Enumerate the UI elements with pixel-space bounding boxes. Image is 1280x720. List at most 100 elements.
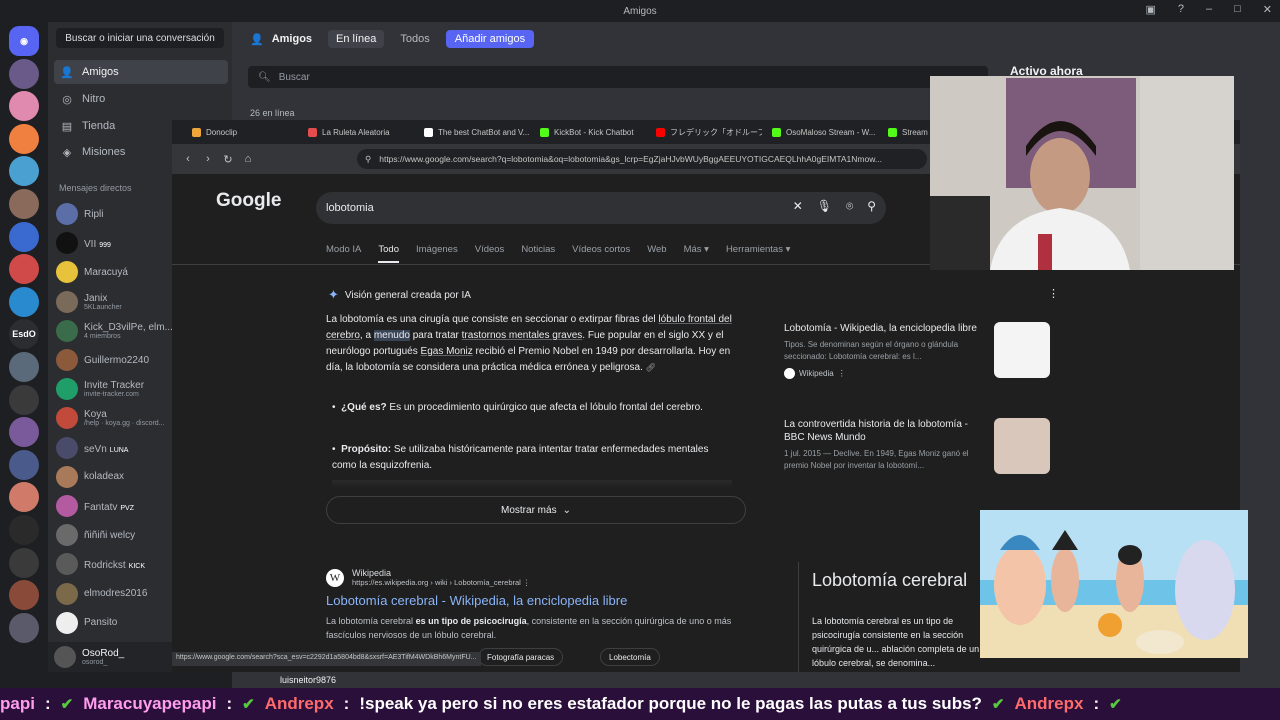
chat-emote-icon: ✔: [242, 696, 255, 713]
dm-text: Pansito: [84, 617, 117, 628]
site-info-icon[interactable]: ⚲: [365, 154, 371, 165]
source-card[interactable]: Lobotomía - Wikipedia, la enciclopedia l…: [784, 322, 1052, 392]
google-doodle-logo[interactable]: Google: [216, 190, 281, 212]
add-friend-button[interactable]: Añadir amigos: [445, 30, 535, 48]
result-site[interactable]: W Wikipedia https://es.wikipedia.org › w…: [326, 568, 766, 587]
friends-search-input[interactable]: 🔍︎ Buscar: [248, 66, 988, 88]
avatar[interactable]: [54, 646, 76, 668]
dm-name: Invite Tracker: [84, 380, 145, 392]
server-icon[interactable]: [9, 123, 39, 154]
help-icon[interactable]: ?: [1178, 3, 1184, 16]
browser-tab[interactable]: The best ChatBot and V...: [414, 122, 530, 142]
browser-tab[interactable]: フレデリック「オドループ」: [646, 122, 762, 142]
server-icon[interactable]: [9, 580, 39, 611]
ai-overview-title: Visión general creada por IA: [344, 289, 471, 301]
server-icon[interactable]: [9, 91, 39, 122]
link-icon[interactable]: 🔗︎: [646, 363, 656, 372]
search-icon[interactable]: ⚲: [867, 199, 876, 214]
server-icon[interactable]: [9, 221, 39, 252]
clear-icon[interactable]: ✕: [793, 199, 803, 214]
search-tab[interactable]: Herramientas ▾: [726, 244, 790, 263]
favicon-icon: [888, 127, 897, 137]
result-title-link[interactable]: Lobotomía cerebral - Wikipedia, la encic…: [326, 593, 766, 608]
nav-label: Amigos: [82, 66, 119, 78]
minimize-icon[interactable]: –: [1206, 3, 1212, 16]
nav-nitro[interactable]: ◎ Nitro: [54, 87, 228, 111]
google-search-input[interactable]: lobotomia ✕ 🎙 ⌾ ⚲: [316, 192, 886, 224]
avatar: [56, 378, 78, 401]
search-tab[interactable]: Imágenes: [416, 244, 458, 263]
more-options-icon[interactable]: ⋮: [523, 578, 531, 587]
browser-tab[interactable]: KickBot - Kick Chatbot: [530, 122, 646, 142]
stream-chat-ticker: papi: ✔ Maracuyapepapi: ✔ Andrepx: !speak ya …: [0, 688, 1280, 720]
ai-text-part: La lobotomía es una cirugía que consiste…: [326, 314, 659, 325]
server-icon[interactable]: [9, 58, 39, 89]
server-icon[interactable]: [9, 286, 39, 317]
home-icon[interactable]: ⌂: [238, 153, 258, 165]
server-icon[interactable]: [9, 254, 39, 285]
server-icon[interactable]: [9, 547, 39, 578]
browser-tab[interactable]: La Ruleta Aleatoria: [298, 122, 414, 142]
tab-all[interactable]: Todos: [392, 30, 437, 48]
server-icon-esdo[interactable]: EsdO: [9, 319, 39, 350]
back-icon[interactable]: ‹: [178, 153, 198, 165]
lens-icon[interactable]: ⌾: [846, 199, 853, 214]
search-tab[interactable]: Todo: [378, 244, 399, 263]
tab-online[interactable]: En línea: [328, 30, 385, 48]
friends-header-icon: 👤: [250, 33, 264, 46]
online-count: 26 en línea: [250, 108, 295, 118]
server-icon[interactable]: [9, 351, 39, 382]
server-icon[interactable]: [9, 417, 39, 448]
webcam-overlay: [930, 76, 1234, 270]
nitro-icon: ◎: [62, 93, 72, 106]
source-desc: Tipos. Se denominan según el órgano o gl…: [784, 340, 959, 361]
server-icon[interactable]: [9, 612, 39, 643]
maximize-icon[interactable]: □: [1234, 3, 1241, 16]
nav-friends[interactable]: 👤 Amigos: [54, 60, 228, 84]
avatar: [56, 319, 78, 342]
search-tab[interactable]: Vídeos cortos: [572, 244, 630, 263]
inbox-icon[interactable]: ▣: [1145, 3, 1155, 16]
browser-tab[interactable]: Donoclip: [182, 122, 298, 142]
related-chip[interactable]: Fotografía paracas: [478, 648, 564, 666]
more-options-icon[interactable]: ⋮: [838, 369, 846, 378]
server-icon[interactable]: [9, 514, 39, 545]
show-more-button[interactable]: Mostrar más ⌄: [326, 496, 746, 524]
search-tab[interactable]: Noticias: [521, 244, 555, 263]
window-title: Amigos: [623, 5, 657, 17]
server-icon[interactable]: [9, 188, 39, 219]
ai-text-highlight: menudo: [373, 330, 410, 341]
voice-search-icon[interactable]: 🎙: [817, 199, 832, 214]
ai-text-link[interactable]: Egas Moniz: [421, 346, 473, 357]
more-options-icon[interactable]: ⋮: [1048, 287, 1059, 300]
friends-icon: 👤: [60, 66, 74, 79]
brain-thumbnail: [994, 322, 1050, 378]
address-text: https://www.google.com/search?q=lobotomi…: [379, 154, 882, 164]
avatar: [56, 290, 78, 313]
search-tab[interactable]: Más ▾: [684, 244, 709, 263]
discord-home-icon[interactable]: ◉: [9, 26, 39, 56]
ai-text-link[interactable]: trastornos mentales graves: [462, 330, 583, 341]
close-icon[interactable]: ✕: [1263, 3, 1272, 16]
result-url: https://es.wikipedia.org › wiki › Loboto…: [352, 578, 530, 587]
reload-icon[interactable]: ↻: [218, 153, 238, 166]
search-tab[interactable]: Vídeos: [475, 244, 505, 263]
dm-name: Kick_D3vilPe, elm...: [84, 321, 173, 333]
server-icon[interactable]: [9, 482, 39, 513]
browser-tab[interactable]: OsoMaloso Stream - W...: [762, 122, 878, 142]
source-title: Lobotomía - Wikipedia, la enciclopedia l…: [784, 323, 977, 334]
stream-username: luisneitor9876: [280, 675, 337, 685]
forward-icon[interactable]: ›: [198, 153, 218, 165]
address-bar[interactable]: ⚲ https://www.google.com/search?q=loboto…: [357, 149, 927, 169]
server-icon[interactable]: [9, 384, 39, 415]
search-tab[interactable]: Modo IA: [326, 244, 361, 263]
search-tab[interactable]: Web: [647, 244, 666, 263]
chat-separator: :: [226, 694, 233, 713]
avatar: [56, 232, 78, 255]
dm-name: Rodrickst: [84, 560, 126, 572]
conversation-search[interactable]: Buscar o iniciar una conversación: [56, 28, 224, 48]
related-chip[interactable]: Lobectomía: [600, 648, 660, 666]
server-icon[interactable]: [9, 449, 39, 480]
server-icon[interactable]: [9, 156, 39, 187]
source-card[interactable]: La controvertida historia de la lobotomí…: [784, 418, 1052, 488]
